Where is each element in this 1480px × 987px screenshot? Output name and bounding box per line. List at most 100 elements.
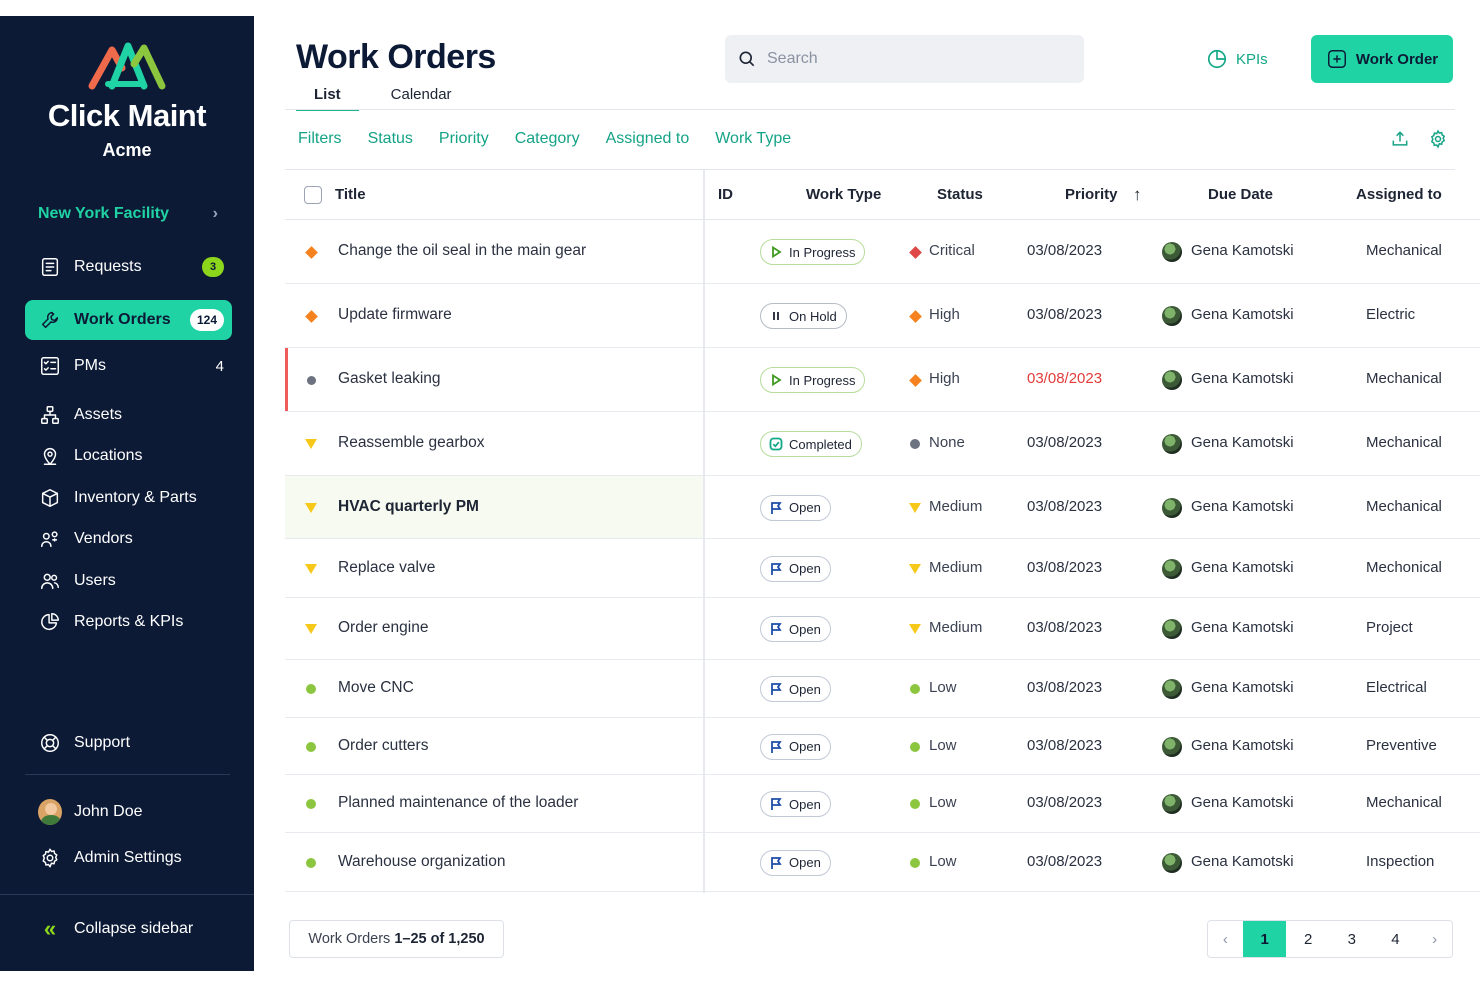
category-label: Preventive: [1366, 736, 1437, 754]
column-work-type[interactable]: Work Type: [806, 186, 881, 203]
tab-calendar[interactable]: Calendar: [373, 86, 470, 111]
work-order-status-badge[interactable]: On Hold: [760, 303, 847, 329]
priority-label: Low: [929, 679, 957, 696]
work-order-status-badge[interactable]: Open: [760, 849, 831, 876]
sidebar-item-assets[interactable]: Assets: [25, 395, 232, 435]
table-row[interactable]: Order cutters Open Low 03/08/2023 Gena Kamot…: [285, 718, 1480, 775]
due-date: 03/08/2023: [1027, 679, 1103, 696]
category-label: Mechanical: [1366, 242, 1442, 259]
sidebar-item-pms[interactable]: PMs 4: [25, 346, 232, 386]
sidebar-item-label: Vendors: [74, 530, 133, 547]
sidebar-item-admin-settings[interactable]: Admin Settings: [25, 838, 232, 878]
table-row[interactable]: Update firmware On Hold High 03/08/2023 Gena…: [285, 284, 1480, 348]
work-order-status-badge[interactable]: Open: [760, 494, 831, 521]
table-row[interactable]: Order engine Open Medium 03/08/2023 Gena Kam…: [285, 598, 1480, 660]
search-input[interactable]: [767, 50, 1057, 68]
table-row[interactable]: Warehouse organization Open Low 03/08/2023 G…: [285, 833, 1480, 892]
table-row[interactable]: Planned maintenance of the loader Open Low…: [285, 775, 1480, 833]
table-row[interactable]: Change the oil seal in the main gear In P…: [285, 220, 1480, 284]
sidebar-item-vendors[interactable]: Vendors: [25, 519, 232, 559]
status-badge-label: Open: [789, 561, 821, 576]
work-order-status-badge[interactable]: In Progress: [760, 367, 866, 393]
user-profile[interactable]: John Doe: [25, 792, 232, 832]
table-row[interactable]: Reassemble gearbox Completed None 03/08/202…: [285, 412, 1480, 476]
sidebar-item-locations[interactable]: Locations: [25, 436, 232, 476]
next-page-button[interactable]: ›: [1417, 921, 1452, 957]
prev-page-button[interactable]: ‹: [1208, 921, 1243, 957]
page-2-button[interactable]: 2: [1286, 921, 1330, 957]
kpis-button[interactable]: KPIs: [1196, 44, 1278, 74]
due-date: 03/08/2023: [1027, 370, 1103, 387]
row-title: Order engine: [338, 619, 429, 636]
work-order-status-badge[interactable]: Open: [760, 733, 831, 760]
sidebar-item-support[interactable]: Support: [25, 723, 232, 763]
filter-priority[interactable]: Priority: [439, 130, 489, 148]
assignee-avatar: [1162, 306, 1182, 326]
page-1-button[interactable]: 1: [1242, 921, 1287, 957]
double-chevron-left-icon: «: [43, 916, 57, 941]
gear-icon: [38, 846, 62, 870]
facility-selector[interactable]: New York Facility ›: [38, 202, 218, 226]
flag-icon: [769, 856, 783, 870]
work-order-status-badge[interactable]: Open: [760, 555, 831, 582]
category-label: Inspection: [1366, 852, 1435, 870]
filter-status[interactable]: Status: [368, 130, 413, 148]
table-row[interactable]: Replace valve Open Medium 03/08/2023 Gena Ka…: [285, 539, 1480, 598]
page-4-button[interactable]: 4: [1374, 921, 1418, 957]
plus-box-icon: [1327, 50, 1346, 68]
assignee-avatar: [1162, 794, 1182, 814]
priority-label: Critical: [929, 242, 975, 259]
column-title[interactable]: Title: [335, 186, 366, 203]
column-due-date[interactable]: Due Date: [1208, 186, 1273, 203]
sidebar-item-requests[interactable]: Requests 3: [25, 247, 232, 287]
sidebar-item-label: Reports & KPIs: [74, 613, 184, 630]
new-work-order-button[interactable]: Work Order: [1311, 35, 1453, 83]
tab-list[interactable]: List: [296, 86, 359, 111]
assignee-name: Gena Kamotski: [1191, 434, 1294, 451]
work-order-status-badge[interactable]: In Progress: [760, 239, 866, 265]
page-3-button[interactable]: 3: [1330, 921, 1374, 957]
sidebar-item-reports[interactable]: Reports & KPIs: [25, 602, 232, 642]
sidebar-item-users[interactable]: Users: [25, 561, 232, 601]
priority-none-icon: [304, 373, 318, 387]
column-priority[interactable]: Priority: [1065, 186, 1118, 203]
assignee-name: Gena Kamotski: [1191, 558, 1294, 576]
due-date: 03/08/2023: [1027, 558, 1103, 576]
wrench-icon: [38, 308, 62, 332]
sidebar-item-inventory[interactable]: Inventory & Parts: [25, 478, 232, 518]
filter-work-type[interactable]: Work Type: [715, 130, 791, 148]
select-all-checkbox[interactable]: [304, 186, 322, 204]
table-row[interactable]: Gasket leaking In Progress High 03/08/2023 G…: [285, 348, 1480, 412]
column-assigned-to[interactable]: Assigned to: [1356, 186, 1442, 203]
frozen-column-separator: [703, 170, 705, 893]
settings-icon[interactable]: [1428, 129, 1448, 149]
sort-arrow-up-icon[interactable]: ↑: [1133, 185, 1142, 205]
pagination: ‹ 1 2 3 4 ›: [1207, 920, 1453, 958]
table-row[interactable]: Move CNC Open Low 03/08/2023 Gena Kamotski El…: [285, 660, 1480, 718]
table-row[interactable]: HVAC quarterly PM Open Medium 03/08/2023 Gen…: [285, 476, 1480, 539]
filter-category[interactable]: Category: [515, 130, 580, 148]
work-order-status-badge[interactable]: Open: [760, 791, 831, 817]
assignee-avatar: [1162, 497, 1182, 518]
priority-label: None: [929, 434, 965, 451]
collapse-sidebar-button[interactable]: « Collapse sidebar: [25, 909, 232, 949]
filter-assigned-to[interactable]: Assigned to: [606, 130, 690, 148]
work-order-status-badge[interactable]: Completed: [760, 431, 862, 457]
search-box[interactable]: [725, 35, 1084, 83]
category-label: Mechanical: [1366, 497, 1442, 515]
priority-none-icon: [909, 438, 921, 450]
due-date: 03/08/2023: [1027, 794, 1103, 811]
sidebar-item-work-orders[interactable]: Work Orders 124: [25, 300, 232, 340]
flag-icon: [769, 622, 783, 636]
column-status[interactable]: Status: [937, 186, 983, 203]
export-icon[interactable]: [1390, 129, 1410, 149]
priority-diamond-icon: [304, 309, 318, 323]
work-order-status-badge[interactable]: Open: [760, 676, 831, 702]
due-date: 03/08/2023: [1027, 619, 1103, 636]
sidebar-item-label: Inventory & Parts: [74, 489, 197, 506]
filter-filters[interactable]: Filters: [298, 130, 342, 148]
work-order-status-badge[interactable]: Open: [760, 616, 831, 642]
column-id[interactable]: ID: [718, 186, 733, 203]
assignee-avatar: [1162, 242, 1182, 262]
priority-diamond-icon: [908, 373, 922, 387]
